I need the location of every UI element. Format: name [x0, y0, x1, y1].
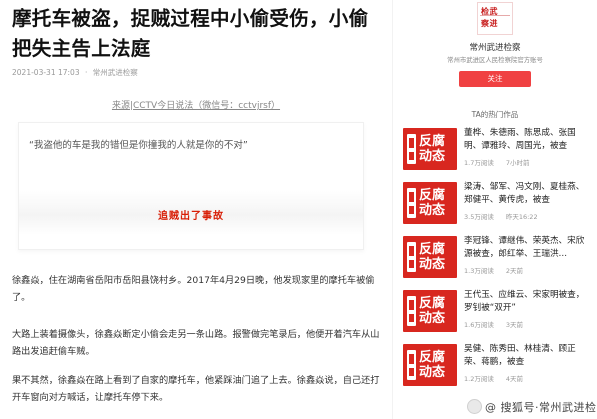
article-paragraph-1: 徐鑫焱，住在湖南省岳阳市岳阳县饶村乡。2017年4月29日晚，他发现家里的摩托车…	[12, 275, 375, 303]
hot-item-title[interactable]: 李冠锋、谭继伟、荣英杰、宋欣源被查，郎红举、王瑞洪…	[464, 235, 592, 260]
sohu-logo-icon	[467, 399, 482, 414]
follow-button[interactable]: 关注	[459, 71, 531, 87]
anti-corruption-icon	[407, 296, 416, 326]
account-name[interactable]: 常州武进检察	[393, 41, 597, 53]
hot-item-reads: 1.7万阅读	[464, 159, 494, 167]
article-date: 2021-03-31 17:03	[12, 68, 80, 77]
video-player[interactable]: “我盗他的车是我的错但是你撞我的人就是你的不对” 追贼出了事故	[18, 122, 364, 250]
hot-item-thumbnail[interactable]: 反腐 动态	[403, 344, 457, 386]
hot-item-time: 3天前	[505, 321, 523, 329]
thumb-line-2: 动态	[419, 257, 446, 272]
hot-item-reads: 1.3万阅读	[464, 267, 494, 275]
hot-item-title[interactable]: 董桦、朱德雨、陈思成、张国明、谭雅玲、周国光，被查	[464, 127, 592, 152]
hot-item-thumbnail[interactable]: 反腐 动态	[403, 128, 457, 170]
hot-item-reads: 1.2万阅读	[464, 375, 494, 383]
article-title: 摩托车被盗，捉贼过程中小偷受伤，小偷把失主告上法庭	[12, 7, 369, 60]
logo-line-2: 察进	[481, 19, 498, 28]
anti-corruption-icon	[407, 134, 416, 164]
meta-separator: ·	[82, 68, 90, 77]
account-description: 常州市武进区人民检察院官方账号	[447, 56, 543, 64]
hot-item-meta: 1.3万阅读 2天前	[464, 265, 523, 275]
hot-item-thumbnail[interactable]: 反腐 动态	[403, 290, 457, 332]
video-caption: 追贼出了事故	[158, 211, 224, 222]
hot-item-time: 7小时前	[505, 159, 530, 167]
article-author[interactable]: 常州武进检察	[93, 68, 138, 77]
anti-corruption-icon	[407, 242, 416, 272]
hot-item[interactable]: 反腐 动态 王代玉、应维云、宋家明被查，罗钊被“双开” 1.6万阅读 3天前	[401, 286, 597, 336]
account-card: 检武 察进 常州武进检察 常州市武进区人民检察院官方账号 关注	[393, 0, 597, 100]
hot-item-reads: 1.6万阅读	[464, 321, 494, 329]
article-main: 摩托车被盗，捉贼过程中小偷受伤，小偷把失主告上法庭 2021-03-31 17:…	[0, 0, 392, 419]
hot-item[interactable]: 反腐 动态 董桦、朱德雨、陈思成、张国明、谭雅玲、周国光，被查 1.7万阅读 7小…	[401, 124, 597, 174]
thumb-line-1: 反腐	[419, 134, 446, 149]
thumb-line-1: 反腐	[419, 296, 446, 311]
thumb-line-2: 动态	[419, 365, 446, 380]
hot-item-time: 4天前	[505, 375, 523, 383]
hot-item-title[interactable]: 王代玉、应维云、宋家明被查，罗钊被“双开”	[464, 289, 592, 314]
thumb-line-2: 动态	[419, 203, 446, 218]
video-quote: “我盗他的车是我的错但是你撞我的人就是你的不对”	[29, 140, 248, 151]
hot-item-reads: 3.5万阅读	[464, 213, 494, 221]
hot-item-time: 2天前	[505, 267, 523, 275]
thumb-line-1: 反腐	[419, 350, 446, 365]
thumb-line-2: 动态	[419, 149, 446, 164]
hot-item-meta: 3.5万阅读 昨天16:22	[464, 211, 538, 221]
source-link[interactable]: 来源|CCTV今日说法（微信号：cctvjrsf）	[112, 101, 280, 111]
hot-item-meta: 1.6万阅读 3天前	[464, 319, 523, 329]
anti-corruption-icon	[407, 350, 416, 380]
hot-item[interactable]: 反腐 动态 李冠锋、谭继伟、荣英杰、宋欣源被查，郎红举、王瑞洪… 1.3万阅读 2…	[401, 232, 597, 282]
watermark-text: @ 搜狐号·常州武进检察	[485, 401, 597, 414]
author-sidebar: 检武 察进 常州武进检察 常州市武进区人民检察院官方账号 关注 TA的热门作品 …	[393, 0, 597, 419]
account-logo[interactable]: 检武 察进	[477, 2, 513, 35]
hot-item-title[interactable]: 梁涛、邹军、冯文刚、夏桂燕、郑健平、黄传虎，被查	[464, 181, 592, 206]
hot-item-meta: 1.7万阅读 7小时前	[464, 157, 529, 167]
hot-item[interactable]: 反腐 动态 吴健、陈秀田、林桂清、顾正荣、蒋鹏，被查 1.2万阅读 4天前	[401, 340, 597, 390]
article-source: 来源|CCTV今日说法（微信号：cctvjrsf）	[0, 98, 392, 111]
thumb-line-1: 反腐	[419, 188, 446, 203]
article-paragraph-2: 大路上装着摄像头，徐鑫焱断定小偷会走另一条山路。报警做完笔录后，他便开着汽车从山…	[12, 329, 380, 357]
hot-item[interactable]: 反腐 动态 梁涛、邹军、冯文刚、夏桂燕、郑健平、黄传虎，被查 3.5万阅读 昨天1…	[401, 178, 597, 228]
hot-item-time: 昨天16:22	[505, 213, 538, 221]
hot-works-title: TA的热门作品	[471, 110, 519, 119]
anti-corruption-icon	[407, 188, 416, 218]
hot-item-thumbnail[interactable]: 反腐 动态	[403, 182, 457, 224]
thumb-line-1: 反腐	[419, 242, 446, 257]
article-paragraph-3: 果不其然，徐鑫焱在路上看到了自家的摩托车，他紧踩油门追了上去。徐鑫焱说，自己还打…	[12, 375, 380, 403]
hot-item-thumbnail[interactable]: 反腐 动态	[403, 236, 457, 278]
article-meta: 2021-03-31 17:03 · 常州武进检察	[12, 67, 138, 78]
hot-item-meta: 1.2万阅读 4天前	[464, 373, 523, 383]
platform-watermark: @ 搜狐号·常州武进检察	[463, 394, 597, 419]
thumb-line-2: 动态	[419, 311, 446, 326]
hot-item-title[interactable]: 吴健、陈秀田、林桂清、顾正荣、蒋鹏，被查	[464, 343, 592, 368]
logo-line-1: 检武	[481, 7, 498, 16]
